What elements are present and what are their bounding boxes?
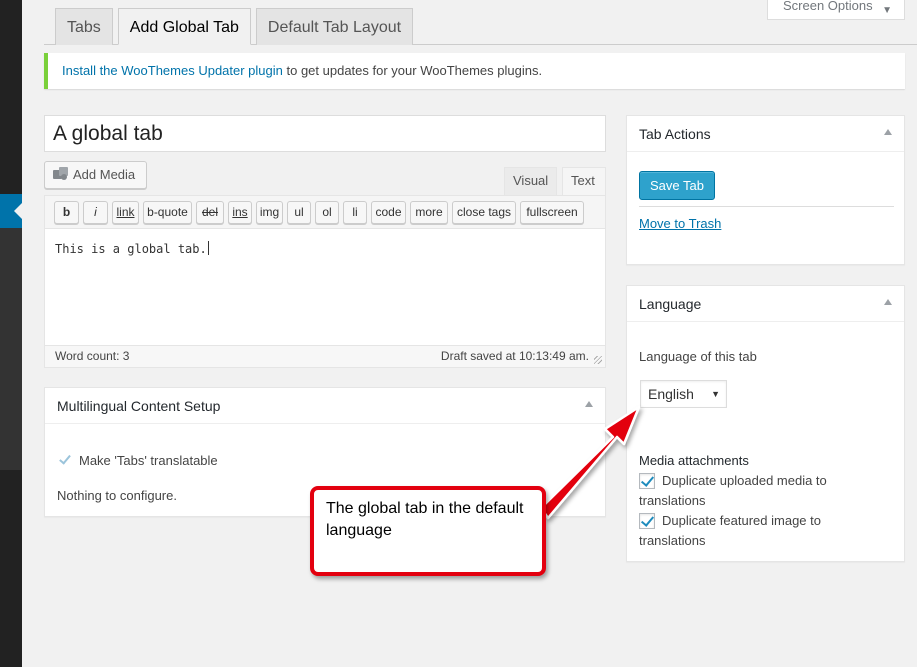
qt-del-button[interactable]: del [196,201,224,224]
duplicate-media-label: Duplicate uploaded media to translations [639,473,827,508]
qt-ul-button[interactable]: ul [287,201,311,224]
current-menu-item[interactable] [0,194,22,228]
qt-bquote-button[interactable]: b-quote [143,201,192,224]
language-of-tab-label: Language of this tab [639,349,757,364]
save-tab-button[interactable]: Save Tab [639,171,715,200]
tab-actions-title: Tab Actions [639,126,711,142]
qt-italic-button[interactable]: i [83,201,108,224]
qt-code-button[interactable]: code [371,201,406,224]
tab-default-tab-layout[interactable]: Default Tab Layout [255,8,414,45]
editor-tab-text[interactable]: Text [562,167,606,195]
tab-actions-header[interactable]: Tab Actions [627,116,904,152]
qt-fullscreen-button[interactable]: fullscreen [520,201,584,224]
qt-ins-button[interactable]: ins [228,201,252,224]
duplicate-media-row: Duplicate uploaded media to translations [639,471,839,511]
nothing-to-configure: Nothing to configure. [57,488,177,503]
editor-content-text: This is a global tab. [55,242,207,256]
media-attachments-label: Media attachments [639,453,749,468]
current-menu-arrow-icon [14,203,22,219]
editor-content[interactable]: This is a global tab. [55,241,209,256]
move-to-trash-link[interactable]: Move to Trash [639,216,721,231]
title-input[interactable]: A global tab [44,115,606,152]
multilingual-setup-header[interactable]: Multilingual Content Setup [45,388,605,424]
admin-sidebar [0,0,22,667]
qt-more-button[interactable]: more [410,201,448,224]
language-select-value: English [648,386,694,402]
language-header[interactable]: Language [627,286,904,322]
translatable-checkbox [57,452,73,468]
language-title: Language [639,296,702,312]
quicktags-toolbar: b i link b-quote del ins img ul ol li co… [45,196,605,229]
screen-options-label: Screen Options [783,0,873,13]
qt-bold-button[interactable]: b [54,201,79,224]
add-media-label: Add Media [73,167,136,182]
qt-li-button[interactable]: li [343,201,367,224]
language-box: Language Language of this tab English ▼ … [626,285,905,562]
editor-tab-visual[interactable]: Visual [504,167,557,195]
media-icon [53,167,69,181]
qt-img-button[interactable]: img [256,201,283,224]
resize-grip-icon[interactable] [594,356,602,364]
collapse-arrow-icon[interactable] [884,299,892,305]
qt-close-tags-button[interactable]: close tags [452,201,516,224]
collapse-arrow-icon[interactable] [585,401,593,407]
word-count: Word count: 3 [55,349,130,363]
screen-options-button[interactable]: Screen Options ▼ [767,0,905,20]
content-editor: b i link b-quote del ins img ul ol li co… [44,195,606,368]
duplicate-media-checkbox[interactable] [639,473,655,489]
qt-link-button[interactable]: link [112,201,139,224]
collapse-arrow-icon[interactable] [884,129,892,135]
actions-divider [639,206,894,207]
tab-add-global-tab[interactable]: Add Global Tab [117,8,251,45]
draft-saved-status: Draft saved at 10:13:49 am. [440,349,589,363]
translatable-checkbox-row: Make 'Tabs' translatable [57,452,218,468]
select-arrow-icon: ▼ [711,389,720,399]
tab-actions-box: Tab Actions Save Tab Move to Trash [626,115,905,265]
text-cursor [207,241,209,255]
duplicate-featured-label: Duplicate featured image to translations [639,513,821,548]
translatable-label: Make 'Tabs' translatable [79,453,218,468]
qt-ol-button[interactable]: ol [315,201,339,224]
duplicate-featured-checkbox[interactable] [639,513,655,529]
updater-notice: Install the WooThemes Updater plugin to … [44,53,905,89]
language-select[interactable]: English ▼ [640,380,727,408]
notice-text: to get updates for your WooThemes plugin… [282,63,543,78]
callout-annotation: The global tab in the default language [310,486,546,576]
add-media-button[interactable]: Add Media [44,161,147,189]
admin-submenu [0,228,22,470]
caret-down-icon: ▼ [882,5,892,16]
install-updater-link[interactable]: Install the WooThemes Updater plugin [62,63,283,78]
callout-text: The global tab in the default language [326,500,524,539]
nav-tabs: Tabs Add Global Tab Default Tab Layout [55,8,418,45]
tab-tabs[interactable]: Tabs [55,8,113,45]
multilingual-setup-title: Multilingual Content Setup [57,398,221,414]
duplicate-featured-row: Duplicate featured image to translations [639,511,839,551]
editor-status-bar: Word count: 3 Draft saved at 10:13:49 am… [45,345,605,367]
